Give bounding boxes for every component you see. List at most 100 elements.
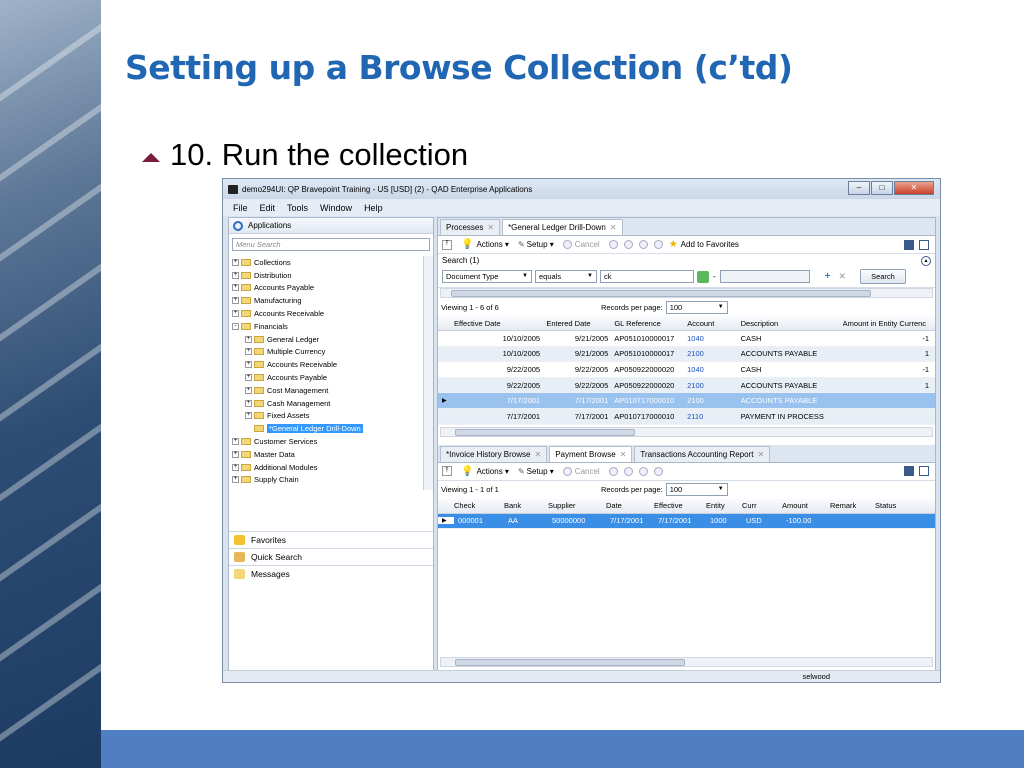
search-field-select[interactable]: Document Type ▼ [442,270,532,283]
tree-node[interactable]: + Cash Management [229,397,424,410]
menu-tools[interactable]: Tools [287,203,308,213]
close-tab-icon[interactable]: ✕ [534,450,541,459]
bottom-column-header[interactable]: Entity [706,501,742,510]
tree-node[interactable]: + Customer Services [229,435,424,448]
first-page-icon[interactable] [608,240,618,249]
expand-node-icon[interactable]: + [232,297,239,305]
top-column-header[interactable]: Effective Date [454,319,546,328]
search-button[interactable]: Search [860,269,906,284]
next-page-icon[interactable] [638,466,648,476]
tree-node[interactable]: + Supply Chain [229,474,424,487]
add-to-favorites-button[interactable]: ★ Add to Favorites [669,239,739,250]
top-column-header[interactable]: Amount in Entity Currenc [843,319,935,328]
tab-invoice-history[interactable]: *Invoice History Browse ✕ [440,445,548,462]
nav-quick-search[interactable]: Quick Search [229,548,433,565]
actions-menu[interactable]: 💡 Actions ▾ [461,466,509,477]
bottom-column-header[interactable]: Status [875,501,915,510]
actions-menu[interactable]: 💡 Actions ▾ [461,239,509,250]
tree-node[interactable]: + Accounts Receivable [229,358,424,371]
collapse-node-icon[interactable]: - [232,322,239,330]
bottom-records-select[interactable]: 100 ▼ [665,483,728,497]
tree-node[interactable]: + Collections [229,256,424,269]
tree-node[interactable]: + Accounts Payable [229,371,424,384]
tree-node[interactable]: + Master Data [229,448,424,461]
tree-node[interactable]: + Additional Modules [229,461,424,474]
tree-node[interactable]: + Cost Management [229,384,424,397]
table-row[interactable]: 7/17/2001 7/17/2001 AP010717000010 2110 PAYM… [438,408,935,425]
expand-node-icon[interactable]: + [232,438,239,446]
layout-icon[interactable] [904,239,914,250]
top-records-select[interactable]: 100 ▼ [665,300,728,314]
applications-header[interactable]: Applications [229,218,433,234]
bottom-column-header[interactable]: Bank [504,501,548,510]
tab-transactions-report[interactable]: Transactions Accounting Report ✕ [634,445,771,462]
nav-favorites[interactable]: Favorites [229,531,433,548]
search-operator-select[interactable]: equals ▼ [535,270,597,283]
bottom-column-header[interactable]: Remark [830,501,875,510]
menu-search-input[interactable]: Menu Search [232,238,430,251]
expand-node-icon[interactable]: + [245,399,252,407]
first-page-icon[interactable] [608,466,618,476]
expand-node-icon[interactable]: + [245,335,252,343]
tree-node[interactable]: + Accounts Receivable [229,307,424,320]
tree-node[interactable]: + Multiple Currency [229,346,424,359]
close-tab-icon[interactable]: ✕ [487,223,494,232]
table-row[interactable]: ▶ 000001 AA 50000000 7/17/2001 7/17/2001 1000 U… [438,513,935,530]
maximize-pane-icon[interactable] [919,466,929,477]
expand-node-icon[interactable]: + [232,258,239,266]
table-row[interactable]: 10/10/2005 9/21/2005 AP051010000017 1040 CAS… [438,331,935,347]
tree-node[interactable]: + Fixed Assets [229,410,424,423]
top-column-header[interactable]: Account [687,319,740,328]
remove-criteria-icon[interactable]: ✕ [839,271,847,282]
bottom-column-header[interactable]: Date [606,501,654,510]
setup-menu[interactable]: ✎ Setup ▾ [518,467,554,476]
expand-node-icon[interactable]: + [245,348,252,356]
table-row[interactable]: ▶ 7/17/2001 7/17/2001 AP010717000010 2100 ACC… [438,393,935,409]
collapse-icon[interactable]: ⤒ [442,239,452,250]
search-hscrollbar[interactable] [440,288,933,298]
bottom-grid-hscrollbar[interactable] [440,657,933,667]
setup-menu[interactable]: ✎ Setup ▾ [518,240,554,249]
expand-node-icon[interactable]: + [245,386,252,394]
add-criteria-icon[interactable]: + [825,271,831,282]
prev-page-icon[interactable] [623,240,633,249]
tab-payment-browse[interactable]: Payment Browse ✕ [549,445,633,462]
menu-edit[interactable]: Edit [260,203,276,213]
close-tab-icon[interactable]: ✕ [620,450,627,459]
bottom-column-header[interactable]: Check [454,501,504,510]
last-page-icon[interactable] [653,240,663,249]
menu-window[interactable]: Window [320,203,352,213]
bottom-column-header[interactable]: Supplier [548,501,606,510]
top-column-header[interactable]: Entered Date [546,319,614,328]
menu-help[interactable]: Help [364,203,383,213]
top-grid-hscrollbar[interactable] [440,426,933,437]
expand-node-icon[interactable]: + [232,271,239,279]
search-value-input[interactable]: ck [600,270,694,283]
tree-scrollbar[interactable] [423,256,433,490]
minimize-button[interactable]: – [848,181,870,195]
tree-node[interactable]: + Accounts Payable [229,282,424,295]
expand-node-icon[interactable]: + [232,463,239,471]
expand-node-icon[interactable]: + [232,310,239,318]
expand-node-icon[interactable]: + [232,450,239,458]
tab-gl-drilldown[interactable]: *General Ledger Drill-Down ✕ [502,219,623,235]
tree-node[interactable]: + Distribution [229,269,424,282]
close-button[interactable]: ✕ [894,181,934,195]
lookup-icon[interactable] [697,270,709,283]
close-tab-icon[interactable]: ✕ [757,450,764,459]
bottom-column-header[interactable]: Effective [654,501,706,510]
expand-node-icon[interactable]: + [232,284,239,292]
expand-node-icon[interactable]: + [232,476,239,484]
last-page-icon[interactable] [653,466,663,476]
next-page-icon[interactable] [638,240,648,249]
nav-messages[interactable]: Messages [229,565,433,582]
maximize-button[interactable]: □ [871,181,893,195]
tree-node[interactable]: + General Ledger [229,333,424,346]
maximize-pane-icon[interactable] [919,239,929,250]
collapse-search-icon[interactable]: ▴ [921,256,931,266]
collapse-icon[interactable]: ⤒ [442,466,452,477]
expand-node-icon[interactable]: + [245,361,252,369]
cancel-button[interactable]: Cancel [562,466,600,476]
table-row[interactable]: 9/22/2005 9/22/2005 AP050922000020 1040 CASH… [438,362,935,378]
top-column-header[interactable]: Description [741,319,843,328]
